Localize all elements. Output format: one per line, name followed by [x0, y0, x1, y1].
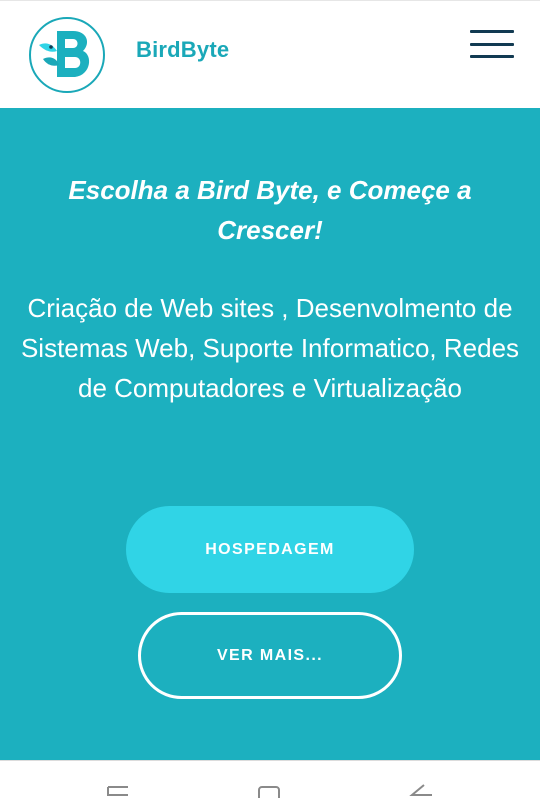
hero-title: Escolha a Bird Byte, e Começe a Crescer! — [68, 175, 472, 245]
system-navigation-bar — [0, 760, 540, 798]
ver-mais-button[interactable]: VER MAIS... — [138, 612, 402, 699]
hospedagem-button[interactable]: HOSPEDAGEM — [126, 506, 414, 593]
site-header: BirdByte — [0, 0, 540, 108]
bird-b-logo-icon[interactable] — [27, 15, 107, 95]
recent-apps-icon[interactable] — [104, 781, 134, 798]
brand-name[interactable]: BirdByte — [136, 37, 229, 63]
home-icon[interactable] — [255, 781, 285, 798]
hero-section: Escolha a Bird Byte, e Começe a Crescer!… — [0, 108, 540, 760]
menu-line — [470, 43, 514, 46]
hero-subtitle: Criação de Web sites , Desenvolmento de … — [20, 293, 520, 403]
back-icon[interactable] — [406, 781, 436, 798]
menu-line — [470, 55, 514, 58]
menu-line — [470, 30, 514, 33]
hamburger-menu-icon[interactable] — [468, 27, 516, 63]
